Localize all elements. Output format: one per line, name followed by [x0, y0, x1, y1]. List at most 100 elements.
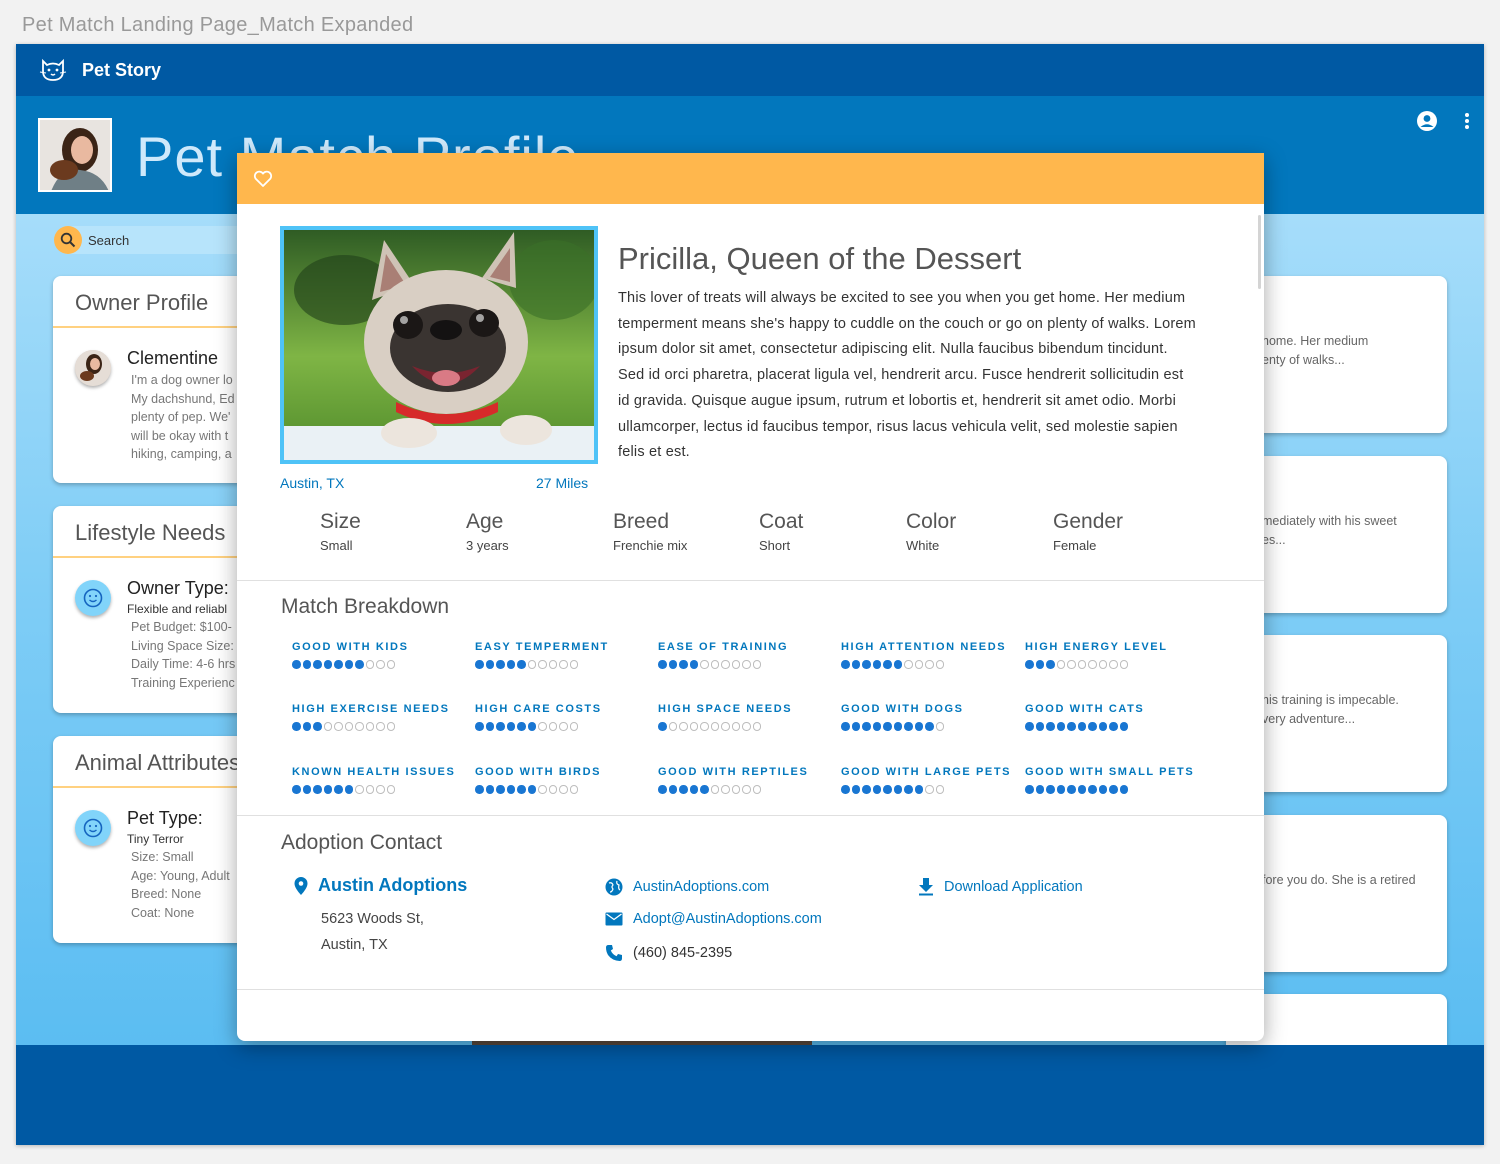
- match-breakdown-title: Match Breakdown: [281, 595, 450, 618]
- score-dot-filled: [1056, 722, 1065, 731]
- download-application-link[interactable]: Download Application: [944, 879, 1083, 895]
- score-dot-empty: [386, 660, 395, 669]
- score-dot-filled: [485, 722, 494, 731]
- search-button[interactable]: [54, 226, 82, 254]
- account-icon[interactable]: [1416, 110, 1438, 132]
- score-dot-filled: [517, 660, 526, 669]
- email-row: Adopt@AustinAdoptions.com: [605, 911, 822, 927]
- match-metric-label: EASY TEMPERMENT: [475, 641, 609, 653]
- score-dot-filled: [302, 785, 311, 794]
- match-metric: KNOWN HEALTH ISSUES: [292, 766, 455, 794]
- score-dot-filled: [1025, 722, 1034, 731]
- score-dot-filled: [893, 660, 902, 669]
- score-dot-filled: [658, 660, 667, 669]
- score-dot-filled: [700, 785, 709, 794]
- score-dot-empty: [1109, 660, 1118, 669]
- score-dot-empty: [355, 785, 364, 794]
- adoption-org-name[interactable]: Austin Adoptions: [318, 875, 467, 896]
- smiley-icon: [75, 580, 111, 616]
- search-input[interactable]: Search: [88, 233, 129, 248]
- score-dot-filled: [851, 722, 860, 731]
- score-dot-empty: [731, 660, 740, 669]
- score-dot-filled: [1077, 722, 1086, 731]
- score-dot-empty: [365, 785, 374, 794]
- score-dot-empty: [925, 785, 934, 794]
- score-dot-empty: [935, 660, 944, 669]
- score-dot-filled: [292, 722, 301, 731]
- more-vert-icon[interactable]: [1464, 112, 1470, 130]
- score-dot-filled: [496, 660, 505, 669]
- score-dot-filled: [1098, 785, 1107, 794]
- score-dot-filled: [344, 785, 353, 794]
- match-score-dots: [292, 722, 450, 731]
- pet-match-modal: Austin, TX 27 Miles Pricilla, Queen of t…: [237, 153, 1264, 1041]
- score-dot-filled: [496, 722, 505, 731]
- adoption-address: 5623 Woods St, Austin, TX: [321, 911, 424, 953]
- score-dot-filled: [475, 660, 484, 669]
- score-dot-filled: [527, 785, 536, 794]
- score-dot-filled: [475, 785, 484, 794]
- match-score-dots: [1025, 722, 1144, 731]
- owner-thumb: [75, 350, 111, 386]
- divider: [237, 989, 1264, 990]
- phone-number[interactable]: (460) 845-2395: [633, 945, 732, 961]
- modal-scrollbar[interactable]: [1258, 215, 1261, 289]
- score-dot-empty: [386, 722, 395, 731]
- match-card-text: mediately with his sweet es...: [1262, 514, 1397, 547]
- score-dot-filled: [527, 722, 536, 731]
- score-dot-filled: [323, 785, 332, 794]
- email-link[interactable]: Adopt@AustinAdoptions.com: [633, 911, 822, 927]
- score-dot-empty: [344, 722, 353, 731]
- adoption-org: Austin Adoptions: [294, 875, 467, 896]
- score-dot-filled: [313, 722, 322, 731]
- owner-avatar[interactable]: [38, 118, 112, 192]
- score-dot-filled: [862, 660, 871, 669]
- divider: [237, 580, 1264, 581]
- score-dot-filled: [883, 660, 892, 669]
- pet-distance: 27 Miles: [536, 475, 589, 491]
- score-dot-empty: [742, 722, 751, 731]
- download-row: Download Application: [918, 878, 1083, 896]
- score-dot-empty: [710, 660, 719, 669]
- score-dot-empty: [538, 660, 547, 669]
- website-link[interactable]: AustinAdoptions.com: [633, 879, 769, 895]
- brand-name[interactable]: Pet Story: [82, 60, 161, 81]
- divider: [237, 815, 1264, 816]
- match-score-dots: [292, 785, 455, 794]
- score-dot-empty: [334, 722, 343, 731]
- match-card-text: his training is impecable. very adventur…: [1262, 693, 1399, 726]
- match-score-dots: [1025, 785, 1194, 794]
- score-dot-filled: [1035, 722, 1044, 731]
- score-dot-filled: [679, 660, 688, 669]
- attr-breed: Breed Frenchie mix: [613, 510, 688, 553]
- score-dot-empty: [376, 722, 385, 731]
- score-dot-empty: [365, 722, 374, 731]
- phone-row: (460) 845-2395: [605, 944, 732, 962]
- score-dot-filled: [355, 660, 364, 669]
- score-dot-filled: [883, 722, 892, 731]
- score-dot-empty: [742, 785, 751, 794]
- score-dot-filled: [292, 785, 301, 794]
- heart-icon[interactable]: [253, 170, 273, 188]
- score-dot-empty: [559, 785, 568, 794]
- score-dot-filled: [313, 785, 322, 794]
- score-dot-filled: [496, 785, 505, 794]
- email-icon: [605, 912, 623, 926]
- score-dot-filled: [506, 660, 515, 669]
- score-dot-filled: [517, 722, 526, 731]
- score-dot-empty: [1056, 660, 1065, 669]
- score-dot-filled: [334, 660, 343, 669]
- score-dot-empty: [752, 660, 761, 669]
- score-dot-filled: [668, 660, 677, 669]
- score-dot-filled: [313, 660, 322, 669]
- score-dot-filled: [1119, 785, 1128, 794]
- attr-size: Size Small: [320, 510, 361, 553]
- match-score-dots: [658, 660, 788, 669]
- score-dot-empty: [731, 722, 740, 731]
- score-dot-filled: [904, 785, 913, 794]
- match-metric-label: GOOD WITH SMALL PETS: [1025, 766, 1195, 778]
- pet-photo: [280, 226, 598, 464]
- score-dot-filled: [658, 722, 667, 731]
- pet-name: Pricilla, Queen of the Dessert: [618, 241, 1022, 276]
- frame-title: Pet Match Landing Page_Match Expanded: [22, 14, 414, 36]
